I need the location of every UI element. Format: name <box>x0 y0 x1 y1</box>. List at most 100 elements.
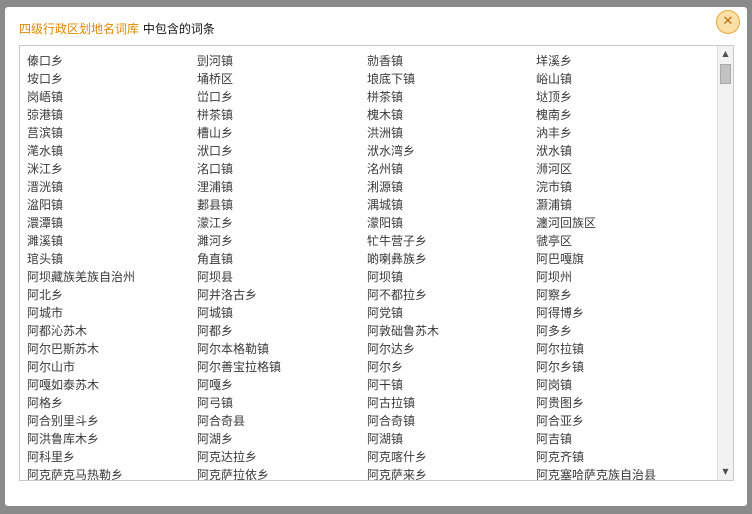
list-item[interactable]: 阿克塞哈萨克族自治县 <box>536 466 706 480</box>
vertical-scrollbar[interactable]: ▲ ▼ <box>717 46 733 480</box>
list-item[interactable]: 岗峿镇 <box>27 88 197 106</box>
list-item[interactable]: 阿克萨克马热勒乡 <box>27 466 197 480</box>
list-item[interactable]: 阿干镇 <box>367 376 536 394</box>
list-item[interactable]: 阿坝州 <box>536 268 706 286</box>
list-item[interactable]: 峃口乡 <box>197 88 367 106</box>
list-item[interactable]: 洑水镇 <box>536 142 706 160</box>
list-item[interactable]: 湡城镇 <box>367 196 536 214</box>
list-item[interactable]: 虢亭区 <box>536 232 706 250</box>
list-item[interactable]: 阿坝藏族羌族自治州 <box>27 268 197 286</box>
list-item[interactable]: 阿多乡 <box>536 322 706 340</box>
list-item[interactable]: 牤牛营子乡 <box>367 232 536 250</box>
list-item[interactable]: 栟茶镇 <box>197 106 367 124</box>
list-item[interactable]: 湓阳镇 <box>27 196 197 214</box>
list-item[interactable]: 洺州镇 <box>367 160 536 178</box>
list-item[interactable]: 阿克达拉乡 <box>197 448 367 466</box>
list-item[interactable]: 濉溪镇 <box>27 232 197 250</box>
list-item[interactable]: 啲喇彝族乡 <box>367 250 536 268</box>
list-item[interactable]: 洣江乡 <box>27 160 197 178</box>
list-item[interactable]: 勍香镇 <box>367 52 536 70</box>
list-item[interactable]: 阿敦础鲁苏木 <box>367 322 536 340</box>
list-item[interactable]: 浣市镇 <box>536 178 706 196</box>
list-item[interactable]: 阿嘎乡 <box>197 376 367 394</box>
list-item[interactable]: 濛江乡 <box>197 214 367 232</box>
list-item[interactable]: 槽山乡 <box>197 124 367 142</box>
list-item[interactable]: 阿并洛古乡 <box>197 286 367 304</box>
list-item[interactable]: 阿尔乡 <box>367 358 536 376</box>
list-item[interactable]: 阿弓镇 <box>197 394 367 412</box>
list-item[interactable]: 阿克齐镇 <box>536 448 706 466</box>
list-item[interactable]: 滗水镇 <box>27 142 197 160</box>
list-item[interactable]: 阿贵图乡 <box>536 394 706 412</box>
scroll-down-icon[interactable]: ▼ <box>718 464 733 480</box>
list-item[interactable]: 阿克萨来乡 <box>367 466 536 480</box>
close-icon[interactable]: ✕ <box>716 10 740 34</box>
entries-list[interactable]: 傣口乡 剅河镇 勍香镇 垟溪乡 垵口乡 埇桥区 埌底下镇 峪山镇 岗峿镇 峃口乡 栟茶镇 垯顶乡 弶港镇… <box>19 45 734 481</box>
list-item[interactable]: 垟溪乡 <box>536 52 706 70</box>
list-item[interactable]: 莒滨镇 <box>27 124 197 142</box>
list-item[interactable]: 洑水湾乡 <box>367 142 536 160</box>
list-item[interactable]: 槐木镇 <box>367 106 536 124</box>
list-item[interactable]: 濛阳镇 <box>367 214 536 232</box>
list-item[interactable]: 阿察乡 <box>536 286 706 304</box>
list-item[interactable]: 阿得博乡 <box>536 304 706 322</box>
list-item[interactable]: 阿湖乡 <box>197 430 367 448</box>
list-item[interactable]: 埇桥区 <box>197 70 367 88</box>
list-item[interactable]: 郪县镇 <box>197 196 367 214</box>
list-item[interactable]: 阿尔巴斯苏木 <box>27 340 197 358</box>
list-item[interactable]: 阿巴嘎旗 <box>536 250 706 268</box>
list-item[interactable]: 汭丰乡 <box>536 124 706 142</box>
list-item[interactable]: 阿都沁苏木 <box>27 322 197 340</box>
list-item[interactable]: 浰源镇 <box>367 178 536 196</box>
list-item[interactable]: 阿合奇镇 <box>367 412 536 430</box>
list-item[interactable]: 濉河乡 <box>197 232 367 250</box>
list-item[interactable]: 角直镇 <box>197 250 367 268</box>
list-item[interactable]: 垵口乡 <box>27 70 197 88</box>
list-item[interactable]: 阿克萨拉依乡 <box>197 466 367 480</box>
list-item[interactable]: 阿城镇 <box>197 304 367 322</box>
list-item[interactable]: 洺口镇 <box>197 160 367 178</box>
list-item[interactable]: 阿合亚乡 <box>536 412 706 430</box>
list-item[interactable]: 垯顶乡 <box>536 88 706 106</box>
list-item[interactable]: 阿岗镇 <box>536 376 706 394</box>
list-item[interactable]: 洪洲镇 <box>367 124 536 142</box>
list-item[interactable]: 瀍河回族区 <box>536 214 706 232</box>
list-item[interactable]: 阿合别里斗乡 <box>27 412 197 430</box>
list-item[interactable]: 傣口乡 <box>27 52 197 70</box>
list-item[interactable]: 浬浦镇 <box>197 178 367 196</box>
list-item[interactable]: 阿洪鲁库木乡 <box>27 430 197 448</box>
list-item[interactable]: 阿党镇 <box>367 304 536 322</box>
list-item[interactable]: 埌底下镇 <box>367 70 536 88</box>
list-item[interactable]: 阿坝镇 <box>367 268 536 286</box>
list-item[interactable]: 阿嘎如泰苏木 <box>27 376 197 394</box>
list-item[interactable]: 阿不都拉乡 <box>367 286 536 304</box>
list-item[interactable]: 阿北乡 <box>27 286 197 304</box>
list-item[interactable]: 阿尔乡镇 <box>536 358 706 376</box>
list-item[interactable]: 洑口乡 <box>197 142 367 160</box>
list-item[interactable]: 阿尔拉镇 <box>536 340 706 358</box>
list-item[interactable]: 栟茶镇 <box>367 88 536 106</box>
list-item[interactable]: 阿尔达乡 <box>367 340 536 358</box>
list-item[interactable]: 浉河区 <box>536 160 706 178</box>
scroll-thumb[interactable] <box>720 64 731 84</box>
list-item[interactable]: 阿湖镇 <box>367 430 536 448</box>
list-item[interactable]: 琯头镇 <box>27 250 197 268</box>
list-item[interactable]: 阿古拉镇 <box>367 394 536 412</box>
list-item[interactable]: 阿尔本格勒镇 <box>197 340 367 358</box>
list-item[interactable]: 阿克喀什乡 <box>367 448 536 466</box>
list-item[interactable]: 阿尔山市 <box>27 358 197 376</box>
list-item[interactable]: 阿格乡 <box>27 394 197 412</box>
list-item[interactable]: 阿吉镇 <box>536 430 706 448</box>
list-item[interactable]: 剅河镇 <box>197 52 367 70</box>
list-item[interactable]: 溍洸镇 <box>27 178 197 196</box>
list-item[interactable]: 阿尔善宝拉格镇 <box>197 358 367 376</box>
scroll-up-icon[interactable]: ▲ <box>718 46 733 62</box>
list-item[interactable]: 阿坝县 <box>197 268 367 286</box>
list-item[interactable]: 弶港镇 <box>27 106 197 124</box>
list-item[interactable]: 灏浦镇 <box>536 196 706 214</box>
list-item[interactable]: 阿科里乡 <box>27 448 197 466</box>
list-item[interactable]: 阿都乡 <box>197 322 367 340</box>
list-item[interactable]: 峪山镇 <box>536 70 706 88</box>
list-item[interactable]: 阿城市 <box>27 304 197 322</box>
list-item[interactable]: 阿合奇县 <box>197 412 367 430</box>
